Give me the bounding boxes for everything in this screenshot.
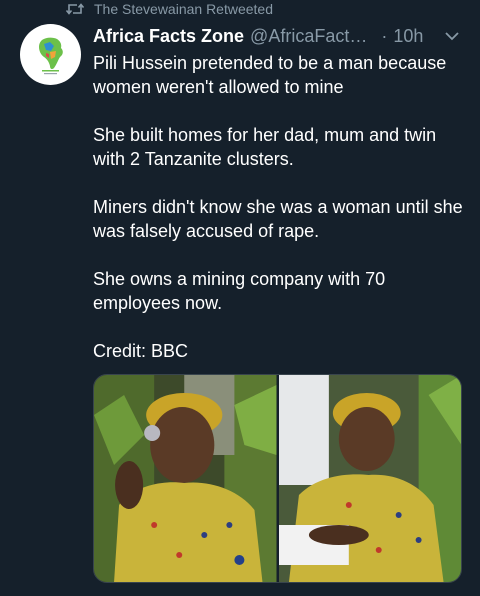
chevron-down-icon[interactable] — [444, 28, 460, 46]
author-handle[interactable]: @AfricaFact… — [250, 26, 367, 47]
photo-woman-seated[interactable] — [278, 375, 461, 582]
retweet-indicator: The Stevewainan Retweeted — [66, 0, 273, 18]
photo-woman-holding-gemstone[interactable] — [94, 375, 277, 582]
retweet-icon — [66, 2, 84, 16]
tweet-media — [93, 374, 462, 583]
tweet-paragraph: She owns a mining company with 70 employ… — [93, 269, 386, 313]
tweet-timestamp[interactable]: 10h — [393, 26, 423, 47]
author-avatar[interactable] — [20, 24, 81, 85]
tweet-paragraph: She built homes for her dad, mum and twi… — [93, 125, 437, 169]
tweet-paragraph: Credit: BBC — [93, 341, 189, 361]
africa-map-logo-icon — [39, 37, 63, 75]
retweet-label[interactable]: The Stevewainan Retweeted — [94, 1, 273, 17]
tweet-header: Africa Facts Zone @AfricaFact… · 10h — [93, 24, 460, 48]
author-name[interactable]: Africa Facts Zone — [93, 26, 244, 47]
separator-dot: · — [381, 25, 388, 46]
tweet-paragraph: Pili Hussein pretended to be a man becau… — [93, 53, 447, 97]
tweet-paragraph: Miners didn't know she was a woman until… — [93, 197, 463, 241]
tweet-body: Pili Hussein pretended to be a man becau… — [93, 51, 463, 387]
